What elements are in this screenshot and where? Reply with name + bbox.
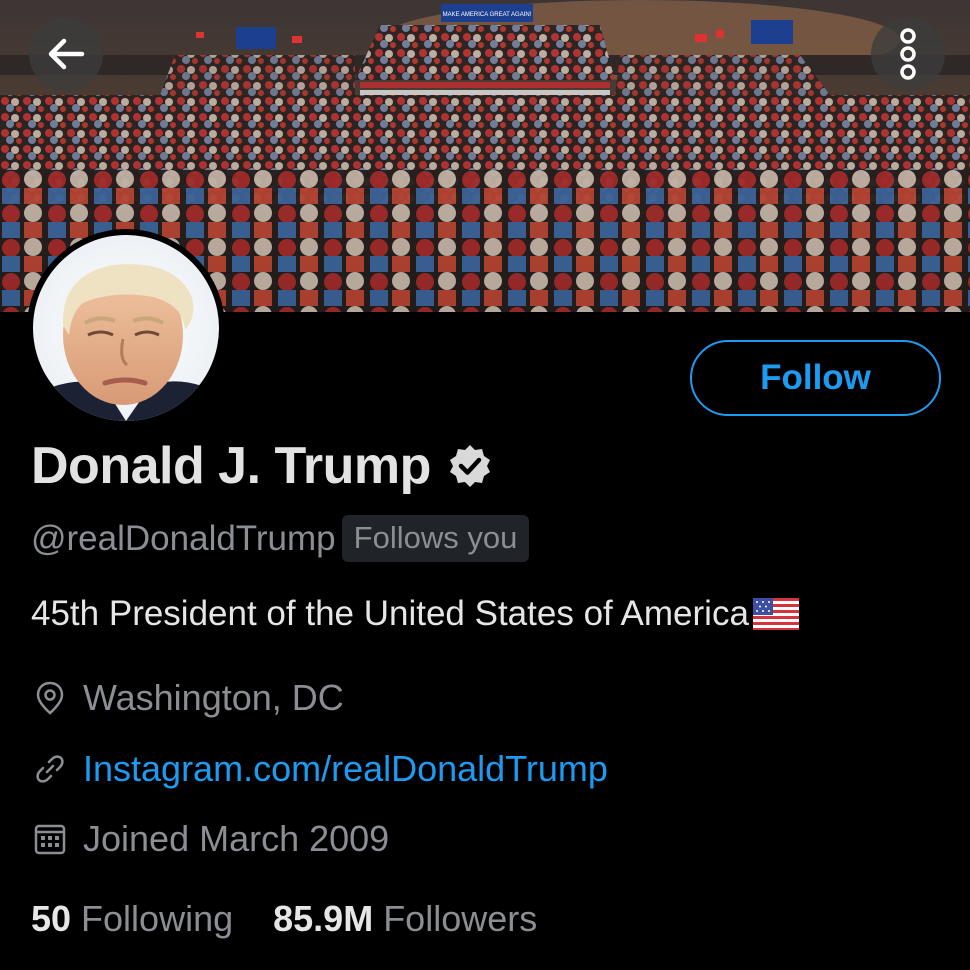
display-name: Donald J. Trump (31, 437, 431, 495)
more-options-button[interactable] (871, 17, 945, 91)
verified-badge-icon (449, 445, 490, 487)
back-button[interactable] (29, 17, 103, 91)
website-row[interactable]: Instagram.com/realDonaldTrump (31, 748, 608, 790)
avatar-photo (33, 235, 219, 421)
handle: @realDonaldTrump (31, 518, 336, 558)
followers-count: 85.9M (273, 898, 374, 939)
arrow-left-icon (48, 38, 85, 70)
location-pin-icon (36, 681, 64, 715)
joined-row: Joined March 2009 (31, 818, 389, 860)
calendar-icon (34, 824, 66, 855)
website-link[interactable]: Instagram.com/realDonaldTrump (83, 748, 608, 790)
following-count: 50 (31, 898, 72, 939)
link-icon (36, 755, 64, 783)
following-stat[interactable]: 50 Following (31, 898, 233, 940)
profile-avatar[interactable] (27, 229, 225, 427)
follow-button[interactable]: Follow (690, 340, 941, 416)
joined-text: Joined March 2009 (83, 818, 390, 859)
handle-row: @realDonaldTrump Follows you (31, 515, 530, 562)
location-row: Washington, DC (31, 677, 344, 719)
banner-sign-main: MAKE AMERICA GREAT AGAIN! (443, 12, 532, 18)
us-flag-emoji (752, 598, 799, 630)
more-vertical-icon (900, 28, 916, 80)
bio-text: 45th President of the United States of A… (31, 594, 749, 633)
bio: 45th President of the United States of A… (31, 594, 799, 634)
name-row: Donald J. Trump (31, 436, 493, 496)
following-label: Following (81, 898, 234, 939)
follow-stats: 50 Following 85.9M Followers (31, 898, 537, 940)
follows-you-badge: Follows you (341, 515, 530, 562)
location-text: Washington, DC (83, 677, 344, 718)
followers-stat[interactable]: 85.9M Followers (273, 898, 537, 940)
followers-label: Followers (383, 898, 538, 939)
